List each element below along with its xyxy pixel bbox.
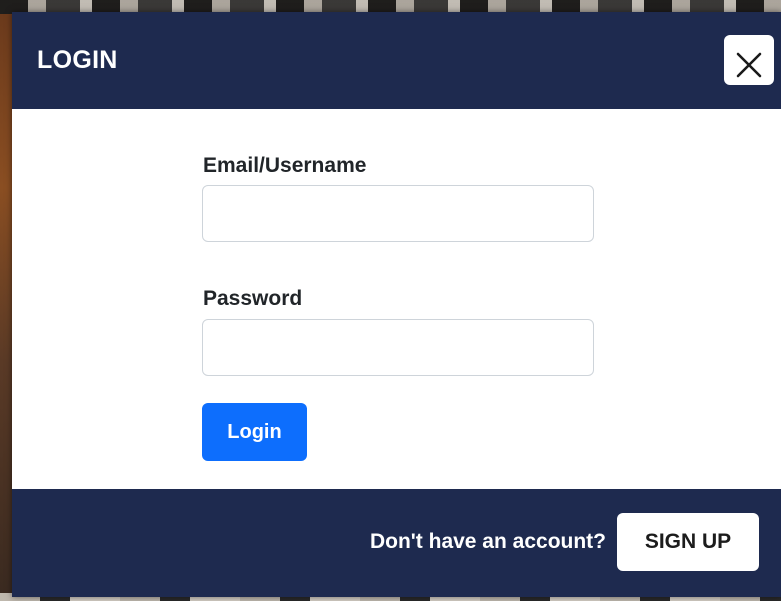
login-modal: LOGIN Email/Username Password Login Don'… — [12, 12, 781, 597]
password-input[interactable] — [202, 319, 594, 376]
email-username-input[interactable] — [202, 185, 594, 242]
email-label: Email/Username — [203, 154, 367, 177]
signup-prompt-text: Don't have an account? — [369, 530, 606, 553]
login-button[interactable]: Login — [202, 403, 307, 461]
modal-header: LOGIN — [12, 12, 781, 109]
signup-button[interactable]: SIGN UP — [617, 513, 759, 571]
close-button[interactable] — [724, 35, 774, 85]
backdrop-left-strip — [0, 14, 12, 593]
close-icon — [736, 52, 762, 78]
modal-body: Email/Username Password Login — [12, 109, 781, 489]
modal-title: LOGIN — [37, 46, 118, 74]
password-label: Password — [203, 287, 303, 310]
modal-footer: Don't have an account? SIGN UP — [12, 489, 781, 597]
